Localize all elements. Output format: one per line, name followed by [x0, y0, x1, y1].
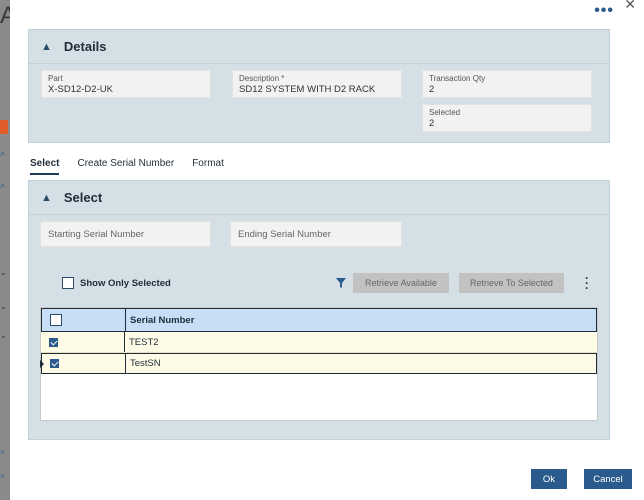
show-only-selected-label: Show Only Selected [80, 277, 171, 289]
details-panel: ▲ Details Part X-SD12-D2-UK Description … [28, 29, 610, 143]
select-title: Select [63, 190, 103, 205]
close-icon[interactable]: ✕ [624, 0, 636, 13]
row-checkbox-cell [42, 354, 126, 373]
show-only-selected-toggle[interactable]: Show Only Selected [62, 277, 171, 289]
background-search-icon: ⌕ [0, 470, 6, 480]
background-app-strip: A ⌕ ⌕ ⌄ ⌄ ⌄ ⌕ ⌕ [0, 0, 16, 500]
show-only-selected-checkbox[interactable] [62, 277, 74, 289]
table-row[interactable]: TestSN [40, 353, 597, 374]
retrieve-available-button[interactable]: Retrieve Available [353, 273, 449, 293]
serial-number-column-header[interactable]: Serial Number [126, 309, 596, 331]
description-field[interactable]: Description * SD12 SYSTEM WITH D2 RACK [232, 70, 402, 98]
description-label: Description * [239, 74, 285, 83]
serial-number-cell[interactable]: TestSN [126, 354, 596, 373]
select-header[interactable]: ▲ Select [29, 181, 609, 215]
grid-header-row: Serial Number [41, 308, 597, 332]
serial-number-grid: Serial Number TEST2 TestSN [40, 307, 598, 421]
selected-label: Selected [429, 108, 461, 117]
row-checkbox[interactable] [50, 359, 59, 368]
retrieve-to-selected-button[interactable]: Retrieve To Selected [459, 273, 564, 293]
background-chevron-icon: ⌄ [0, 268, 7, 277]
background-badge [0, 120, 8, 134]
row-checkbox-cell [41, 332, 125, 352]
table-row[interactable]: TEST2 [41, 332, 597, 353]
header-checkbox-cell [42, 309, 126, 331]
serial-number-dialog: ✕ ••• ▲ Details Part X-SD12-D2-UK Descri… [10, 0, 644, 500]
background-chevron-icon: ⌄ [0, 331, 7, 340]
filter-icon[interactable] [336, 278, 346, 288]
transaction-qty-value: 2 [429, 84, 435, 95]
transaction-qty-field[interactable]: Transaction Qty 2 [422, 70, 592, 98]
ok-button[interactable]: Ok [531, 469, 567, 489]
part-label: Part [48, 74, 63, 83]
background-search-icon: ⌕ [0, 446, 6, 456]
description-value: SD12 SYSTEM WITH D2 RACK [239, 84, 376, 95]
chevron-up-icon[interactable]: ▲ [41, 41, 52, 53]
ending-serial-input[interactable]: Ending Serial Number [230, 221, 402, 247]
starting-serial-input[interactable]: Starting Serial Number [40, 221, 211, 247]
selected-value: 2 [429, 118, 435, 129]
selected-field: Selected 2 [422, 104, 592, 132]
tab-format[interactable]: Format [192, 158, 224, 175]
tab-create-serial-number[interactable]: Create Serial Number [77, 158, 174, 175]
background-chevron-icon: ⌄ [0, 302, 7, 311]
chevron-up-icon[interactable]: ▲ [41, 192, 52, 204]
kebab-menu-icon[interactable]: · · · [584, 272, 590, 294]
details-header[interactable]: ▲ Details [29, 30, 609, 64]
part-value: X-SD12-D2-UK [48, 84, 113, 95]
part-field[interactable]: Part X-SD12-D2-UK [41, 70, 211, 98]
background-search-icon: ⌕ [0, 180, 6, 190]
tab-select[interactable]: Select [30, 158, 60, 175]
select-all-checkbox[interactable] [50, 314, 62, 326]
transaction-qty-label: Transaction Qty [429, 74, 486, 83]
serial-number-cell[interactable]: TEST2 [125, 332, 597, 352]
cancel-button[interactable]: Cancel [584, 469, 632, 489]
background-search-icon: ⌕ [0, 148, 6, 158]
row-checkbox[interactable] [49, 337, 58, 347]
details-title: Details [63, 39, 107, 54]
current-row-pointer-icon [40, 360, 44, 368]
more-options-icon[interactable]: ••• [594, 2, 614, 20]
tab-bar: Select Create Serial Number Format [30, 158, 242, 175]
